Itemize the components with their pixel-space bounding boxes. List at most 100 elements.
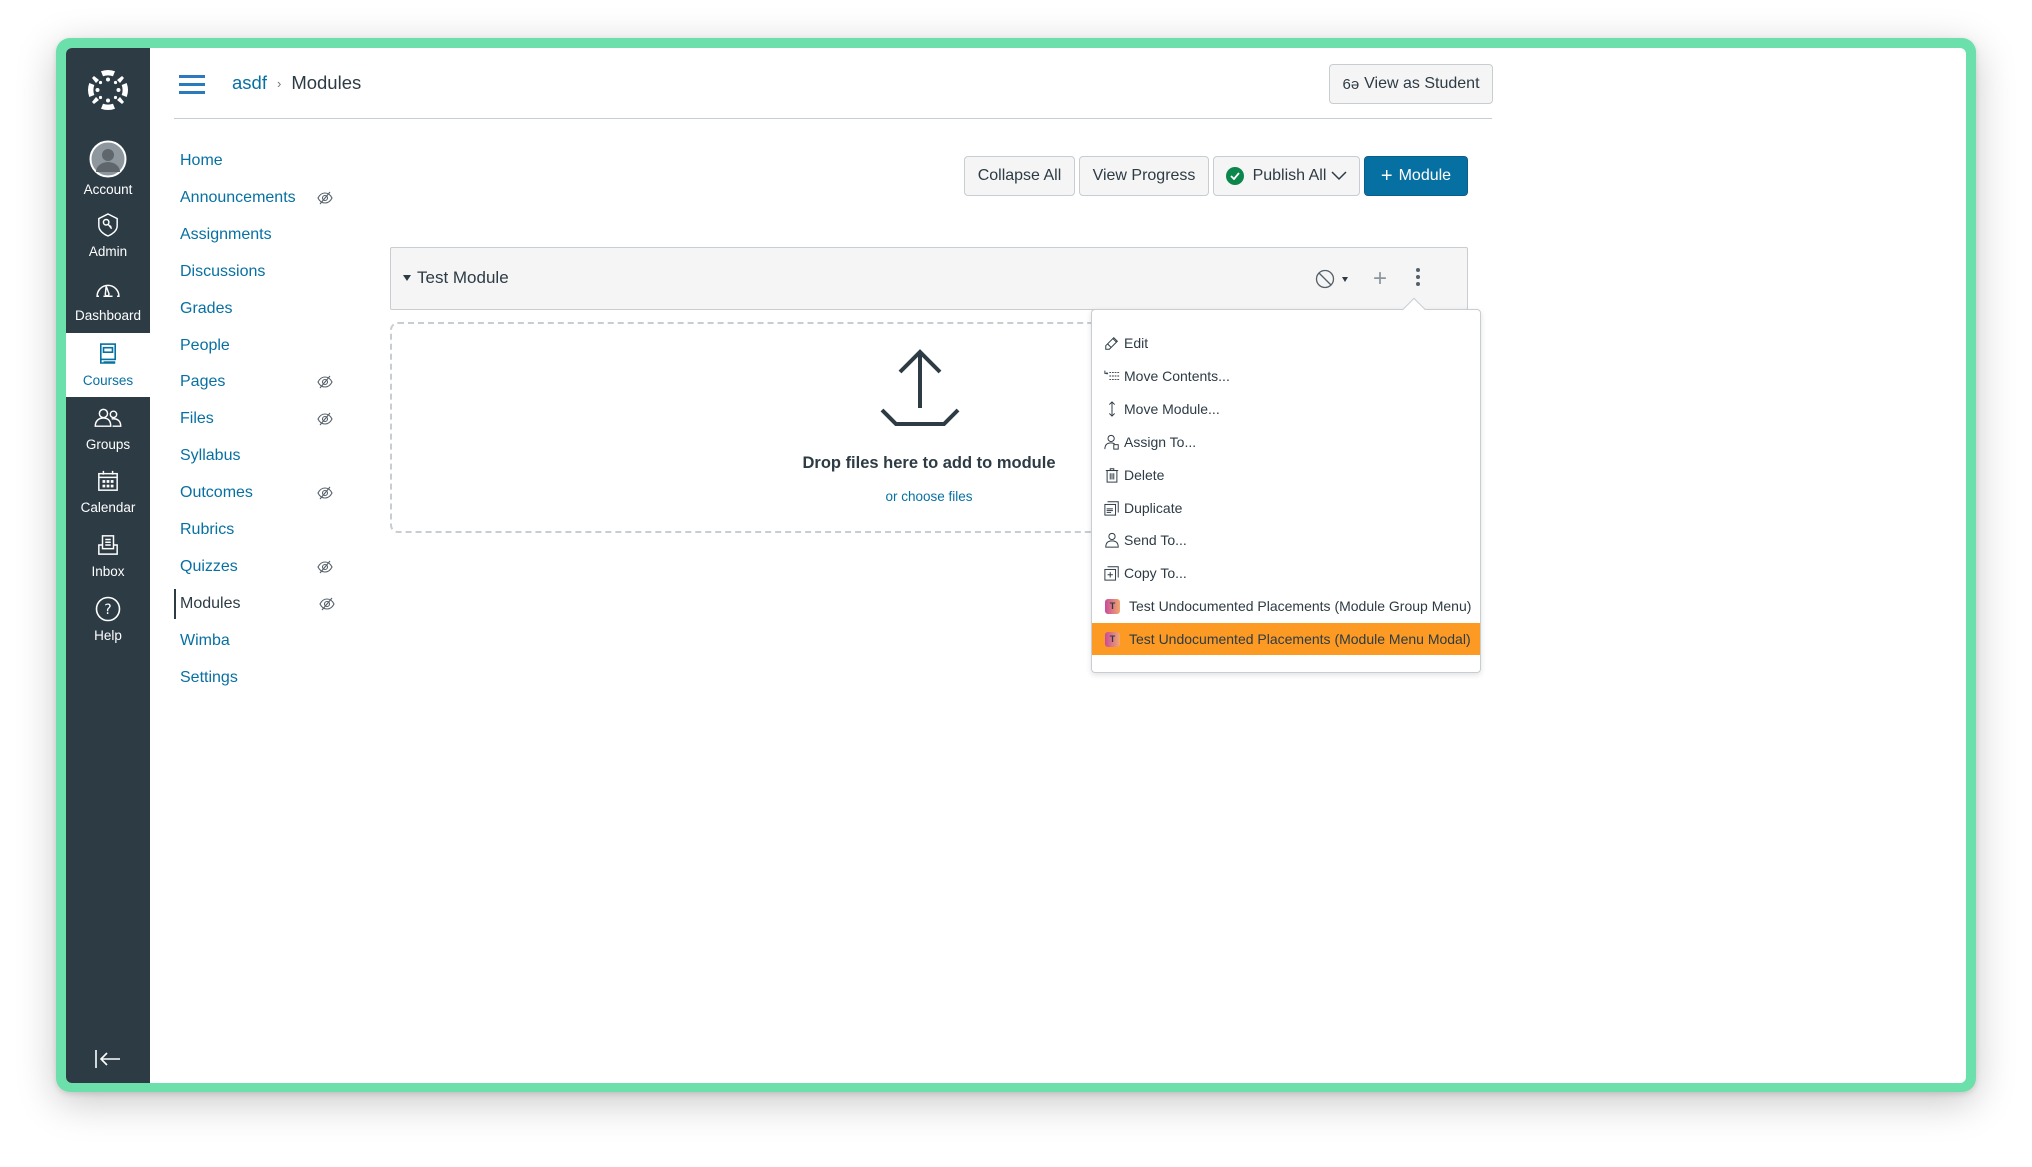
hidden-from-students-icon [317,190,333,206]
collapse-module-caret-icon[interactable] [403,275,411,281]
menu-item-move-module[interactable]: Move Module... [1092,393,1480,425]
chevron-down-icon [1331,171,1347,181]
breadcrumb-course-link[interactable]: asdf [232,72,267,94]
upload-icon [880,349,960,426]
account-avatar-icon [89,140,127,178]
course-nav-people[interactable]: People [174,331,344,361]
view-as-student-button[interactable]: 6ə View as Student [1329,64,1493,104]
menu-item-move-contents[interactable]: Move Contents... [1092,360,1480,392]
module-title[interactable]: Test Module [417,268,509,288]
global-nav-label: Courses [82,373,134,388]
canvas-logo-icon[interactable] [86,68,130,112]
course-nav-label: Outcomes [180,484,253,502]
courses-book-icon [93,339,123,369]
hidden-from-students-icon [317,485,333,501]
hidden-from-students-icon [317,374,333,390]
menu-item-label: Test Undocumented Placements (Module Men… [1129,631,1471,648]
pencil-icon [1103,334,1121,352]
global-nav: Account Admin Dashboard Courses Groups C… [66,48,150,1083]
inbox-icon [93,530,123,560]
course-nav-quizzes[interactable]: Quizzes [174,552,344,582]
header-divider [174,118,1492,119]
unpublished-icon[interactable] [1315,269,1335,289]
breadcrumb-current: Modules [291,72,362,93]
menu-item-label: Move Contents... [1124,367,1230,384]
global-nav-dashboard[interactable]: Dashboard [66,274,150,338]
menu-item-delete[interactable]: Delete [1092,459,1480,491]
publish-all-button[interactable]: Publish All [1213,156,1360,196]
svg-text:?: ? [104,602,111,618]
course-nav-discussions[interactable]: Discussions [174,257,344,287]
course-nav-label: People [180,336,230,354]
view-as-student-label: View as Student [1364,75,1480,92]
global-nav-courses[interactable]: Courses [66,333,150,397]
view-progress-button[interactable]: View Progress [1079,156,1209,196]
course-nav-label: Announcements [180,188,296,206]
course-nav-label: Rubrics [180,521,235,538]
menu-item-label: Assign To... [1124,433,1197,450]
menu-item-send-to[interactable]: Send To... [1092,524,1480,556]
menu-item-label: Duplicate [1124,499,1183,516]
global-nav-help[interactable]: ? Help [66,594,150,658]
menu-item-duplicate[interactable]: Duplicate [1092,492,1480,524]
course-nav-label: Modules [180,594,241,612]
collapse-nav-icon[interactable] [93,1047,123,1071]
module-header: Test Module + [390,247,1468,310]
hidden-from-students-icon [317,411,333,427]
global-nav-account[interactable]: Account [66,140,150,204]
global-nav-inbox[interactable]: Inbox [66,530,150,594]
duplicate-icon [1103,499,1121,517]
course-nav-grades[interactable]: Grades [174,294,344,324]
breadcrumb: asdf › Modules [232,72,361,94]
menu-item-label: Move Module... [1124,400,1220,417]
plus-icon: + [1380,164,1393,187]
course-nav-announcements[interactable]: Announcements [174,183,344,213]
publish-all-label: Publish All [1252,167,1327,184]
menu-item-assign-to[interactable]: Assign To... [1092,426,1480,458]
course-nav-modules[interactable]: Modules [174,588,344,619]
menu-item-test-undocumented-placements-module-menu-modal[interactable]: T Test Undocumented Placements (Module Me… [1092,623,1480,656]
course-nav-settings[interactable]: Settings [174,663,344,693]
add-module-button[interactable]: + Module [1364,156,1468,196]
course-nav-assignments[interactable]: Assignments [174,220,344,250]
menu-item-copy-to[interactable]: Copy To... [1092,557,1480,589]
menu-item-label: Delete [1124,466,1165,483]
global-nav-groups[interactable]: Groups [66,403,150,467]
course-nav-wimba[interactable]: Wimba [174,626,344,656]
add-item-button[interactable]: + [1373,265,1387,293]
global-nav-admin[interactable]: Admin [66,210,150,274]
send-user-icon [1103,531,1121,549]
move-updown-icon [1103,400,1121,418]
course-nav-files[interactable]: Files [174,404,344,434]
collapse-all-button[interactable]: Collapse All [964,156,1075,196]
course-nav-label: Home [180,152,223,169]
global-nav-label: Account [83,182,133,197]
menu-item-edit[interactable]: Edit [1092,327,1480,359]
global-nav-label: Calendar [80,500,136,515]
course-nav-rubrics[interactable]: Rubrics [174,515,344,545]
course-nav-syllabus[interactable]: Syllabus [174,441,344,471]
course-nav-home[interactable]: Home [174,146,344,176]
course-nav-pages[interactable]: Pages [174,367,344,397]
course-nav-label: Files [180,410,214,428]
add-module-label: Module [1398,167,1452,184]
course-nav-label: Pages [180,373,226,391]
module-options-kebab-icon[interactable] [1413,268,1423,290]
course-nav-label: Discussions [180,262,266,280]
global-nav-label: Inbox [91,564,125,579]
hidden-from-students-icon [319,596,335,612]
course-nav-label: Settings [180,668,238,686]
course-nav-label: Wimba [180,631,230,649]
publish-dropdown-caret-icon[interactable] [1342,277,1348,282]
global-nav-calendar[interactable]: Calendar [66,466,150,530]
course-nav-label: Grades [180,299,233,317]
course-nav-label: Assignments [180,225,272,243]
course-menu-toggle[interactable] [179,75,205,95]
module-options-menu: Edit Move Contents... Move Module... Assign… [1091,297,1481,673]
global-nav-label: Admin [88,244,128,259]
menu-item-label: Test Undocumented Placements (Module Gro… [1129,598,1472,615]
menu-item-label: Edit [1124,335,1149,351]
course-nav-outcomes[interactable]: Outcomes [174,478,344,508]
published-check-icon [1225,167,1244,185]
menu-item-test-undocumented-placements-module-group-menu[interactable]: T Test Undocumented Placements (Module Gr… [1092,590,1480,622]
